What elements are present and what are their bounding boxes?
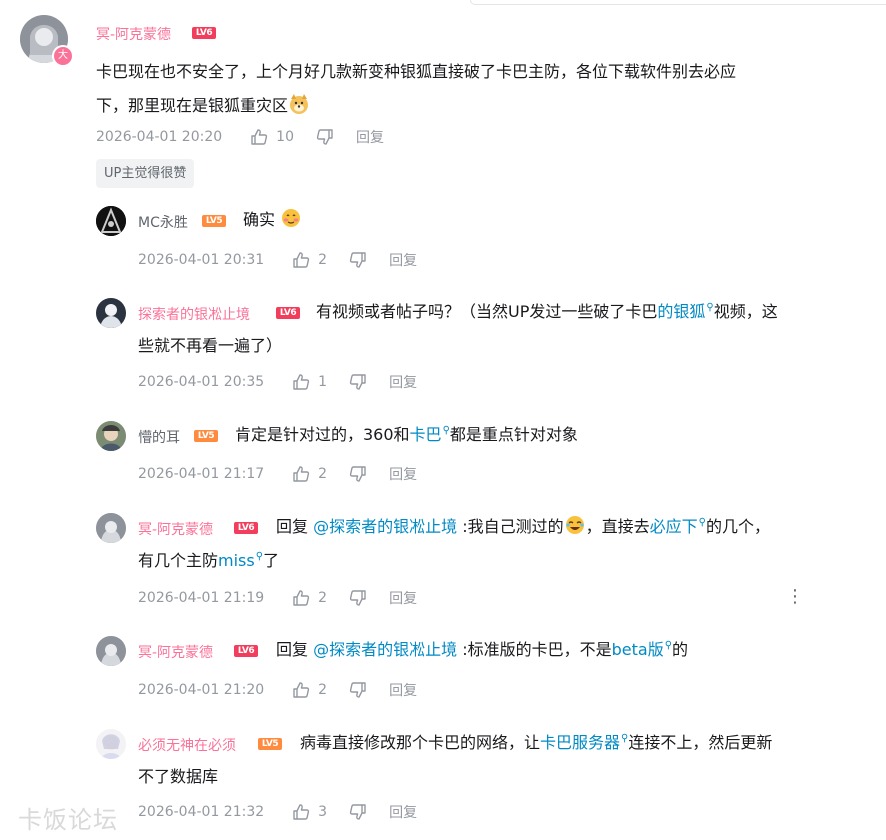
timestamp: 2026-04-01 20:31 bbox=[138, 252, 265, 268]
username[interactable]: 懵的耳 bbox=[138, 427, 180, 447]
username[interactable]: 冥-阿克蒙德 bbox=[138, 642, 213, 662]
blush-emoji-icon bbox=[282, 209, 301, 227]
like-button[interactable]: 2 bbox=[292, 589, 327, 607]
reply-meta: 2026-04-01 20:35 1 回复 bbox=[138, 372, 417, 392]
timestamp: 2026-04-01 21:19 bbox=[138, 590, 265, 606]
avatar[interactable] bbox=[96, 298, 126, 328]
reply-text: 确实 bbox=[243, 203, 302, 237]
like-button[interactable]: 2 bbox=[292, 251, 327, 269]
thumb-down-icon bbox=[349, 466, 366, 482]
timestamp: 2026-04-01 21:20 bbox=[138, 682, 265, 698]
mention-link[interactable]: @探索者的银凇止境 bbox=[313, 640, 457, 659]
avatar[interactable] bbox=[96, 636, 126, 666]
mention-link[interactable]: @探索者的银凇止境 bbox=[313, 517, 457, 536]
dislike-button[interactable] bbox=[349, 373, 367, 391]
dislike-button[interactable] bbox=[316, 128, 334, 146]
thumb-up-icon bbox=[293, 590, 310, 606]
like-button[interactable]: 1 bbox=[292, 373, 327, 391]
reply-button[interactable]: 回复 bbox=[389, 464, 417, 484]
username[interactable]: MC永胜 bbox=[138, 212, 188, 232]
like-button[interactable]: 2 bbox=[292, 465, 327, 483]
reply-meta: 2026-04-01 21:19 2 回复 bbox=[138, 588, 417, 608]
dislike-button[interactable] bbox=[349, 803, 367, 821]
avatar[interactable] bbox=[96, 421, 126, 451]
reply-button[interactable]: 回复 bbox=[356, 127, 384, 147]
timestamp: 2026-04-01 20:20 bbox=[96, 129, 223, 145]
thumb-up-icon bbox=[293, 466, 310, 482]
thumb-down-icon bbox=[349, 374, 366, 390]
username[interactable]: 冥-阿克蒙德 bbox=[96, 24, 171, 44]
dislike-button[interactable] bbox=[349, 251, 367, 269]
dislike-button[interactable] bbox=[349, 465, 367, 483]
vip-badge-icon: 大 bbox=[52, 45, 74, 67]
reply-button[interactable]: 回复 bbox=[389, 588, 417, 608]
search-icon: ⚲ bbox=[442, 425, 450, 436]
dislike-button[interactable] bbox=[349, 681, 367, 699]
thumb-up-icon bbox=[293, 804, 310, 820]
comment-meta: 2026-04-01 20:20 10 回复 bbox=[96, 127, 384, 147]
top-search-edge bbox=[470, 0, 886, 5]
like-button[interactable]: 3 bbox=[292, 803, 327, 821]
search-icon: ⚲ bbox=[698, 517, 706, 528]
thumb-up-icon bbox=[251, 129, 268, 145]
avatar[interactable] bbox=[96, 729, 126, 759]
search-link[interactable]: 卡巴服务器 bbox=[540, 733, 620, 752]
reply-button[interactable]: 回复 bbox=[389, 372, 417, 392]
reply-text: 回复 @探索者的银凇止境 :我自己测过的 ，直接去必应下⚲的几个， 有几个主防mi… bbox=[138, 510, 866, 578]
reply-button[interactable]: 回复 bbox=[389, 802, 417, 822]
up-liked-tag: UP主觉得很赞 bbox=[96, 159, 195, 188]
thumb-down-icon bbox=[349, 682, 366, 698]
more-options-icon[interactable]: ⋮ bbox=[786, 588, 804, 606]
like-button[interactable]: 2 bbox=[292, 681, 327, 699]
reply-text: 肯定是针对过的，360和卡巴⚲都是重点针对对象 bbox=[235, 425, 578, 444]
thumb-down-icon bbox=[349, 590, 366, 606]
reply-text: 回复 @探索者的银凇止境 :标准版的卡巴，不是beta版⚲的 bbox=[276, 640, 689, 659]
avatar[interactable] bbox=[96, 513, 126, 543]
thumb-down-icon bbox=[316, 129, 333, 145]
search-icon: ⚲ bbox=[706, 302, 714, 313]
level-badge: LV6 bbox=[192, 27, 216, 39]
search-link[interactable]: beta版 bbox=[612, 640, 664, 659]
thumb-down-icon bbox=[349, 252, 366, 268]
comment-text: 卡巴现在也不安全了，上个月好几款新变种银狐直接破了卡巴主防，各位下载软件别去必应… bbox=[96, 62, 737, 115]
avatar[interactable] bbox=[96, 206, 126, 236]
reply-meta: 2026-04-01 21:20 2 回复 bbox=[138, 680, 417, 700]
search-icon: ⚲ bbox=[255, 551, 264, 562]
search-link[interactable]: 必应下 bbox=[650, 517, 698, 536]
level-badge: LV5 bbox=[194, 430, 218, 442]
reply-button[interactable]: 回复 bbox=[389, 680, 417, 700]
timestamp: 2026-04-01 21:17 bbox=[138, 466, 265, 482]
thumb-up-icon bbox=[293, 374, 310, 390]
reply-button[interactable]: 回复 bbox=[389, 250, 417, 270]
timestamp: 2026-04-01 21:32 bbox=[138, 804, 265, 820]
thumb-up-icon bbox=[293, 252, 310, 268]
doge-emoji-icon bbox=[290, 94, 309, 114]
timestamp: 2026-04-01 20:35 bbox=[138, 374, 265, 390]
search-link[interactable]: 卡巴 bbox=[410, 425, 442, 444]
reply-meta: 2026-04-01 21:32 3 回复 bbox=[138, 802, 417, 822]
level-badge: LV5 bbox=[202, 215, 226, 227]
reply-meta: 2026-04-01 21:17 2 回复 bbox=[138, 464, 417, 484]
reply-meta: 2026-04-01 20:31 2 回复 bbox=[138, 250, 417, 270]
watermark: 卡饭论坛 bbox=[18, 806, 118, 834]
thumb-up-icon bbox=[293, 682, 310, 698]
thumb-down-icon bbox=[349, 804, 366, 820]
level-badge: LV6 bbox=[234, 645, 258, 657]
like-button[interactable]: 10 bbox=[250, 128, 294, 146]
laughing-cry-emoji-icon bbox=[565, 516, 584, 534]
reply-text: 病毒直接修改那个卡巴的网络，让卡巴服务器⚲连接不上，然后更新 不了数据库 bbox=[138, 733, 773, 786]
search-link[interactable]: 的银狐 bbox=[657, 302, 705, 321]
reply-text: 有视频或者帖子吗？（当然UP发过一些破了卡巴的银狐⚲视频，这 些就不再看一遍了） bbox=[138, 302, 778, 355]
search-icon: ⚲ bbox=[664, 640, 673, 651]
dislike-button[interactable] bbox=[349, 589, 367, 607]
search-icon: ⚲ bbox=[621, 733, 629, 744]
search-link[interactable]: miss bbox=[218, 551, 255, 570]
